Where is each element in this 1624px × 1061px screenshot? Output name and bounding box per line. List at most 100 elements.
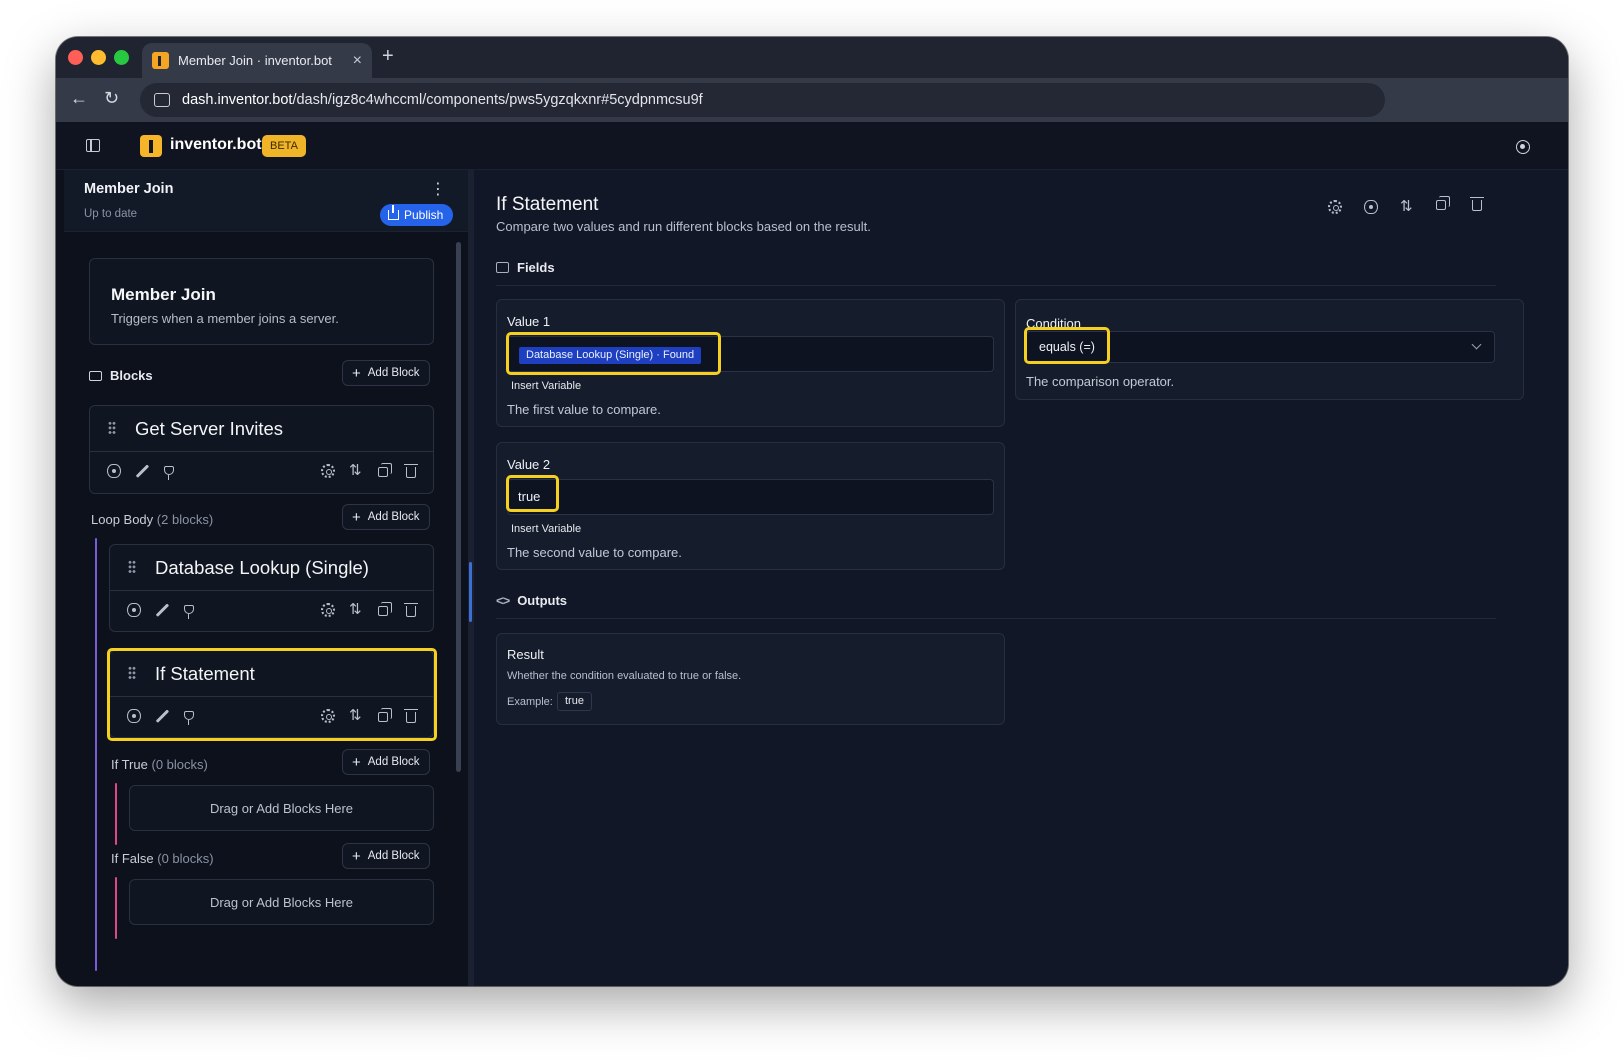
if-false-connector (115, 877, 117, 939)
result-label: Result (507, 647, 544, 662)
gear-icon[interactable] (321, 709, 335, 723)
pencil-icon[interactable] (155, 603, 169, 617)
code-icon: <> (496, 593, 510, 608)
variable-chip[interactable]: Database Lookup (Single) · Found (519, 347, 702, 364)
trash-icon[interactable] (404, 709, 418, 723)
upload-icon (388, 205, 399, 220)
eye-icon[interactable] (1364, 200, 1378, 214)
url-text: dash.inventor.bot/dash/igz8c4whccml/comp… (182, 92, 703, 108)
plus-icon: + (352, 847, 361, 865)
publish-label: Publish (404, 208, 444, 222)
copy-icon[interactable] (378, 708, 392, 722)
publish-button[interactable]: Publish (380, 204, 454, 226)
copy-icon[interactable] (378, 463, 392, 477)
left-scrollbar[interactable] (456, 242, 461, 772)
value1-input[interactable]: Database Lookup (Single) · Found (507, 336, 994, 372)
back-icon[interactable]: ← (70, 88, 88, 109)
beta-badge: BETA (262, 135, 306, 157)
browser-toolbar: ← ↻ dash.inventor.bot/dash/igz8c4whccml/… (56, 78, 1568, 122)
tab-close-icon[interactable]: × (353, 52, 362, 70)
example-label: Example: (507, 696, 553, 708)
sort-icon[interactable] (349, 461, 363, 479)
block-card-if-statement[interactable]: If Statement (109, 650, 434, 738)
block-header: Get Server Invites (90, 406, 433, 452)
insert-variable-button[interactable]: Insert Variable (511, 523, 581, 535)
sort-icon[interactable] (349, 706, 363, 724)
block-toolbar (90, 452, 433, 493)
loop-body-connector (95, 538, 97, 971)
if-false-label: If False (0 blocks) (111, 851, 214, 866)
trigger-description: Triggers when a member joins a server. (111, 311, 339, 326)
drag-handle-icon[interactable] (128, 560, 136, 574)
sort-icon[interactable] (349, 600, 363, 618)
condition-select[interactable]: equals (=) (1026, 331, 1495, 363)
condition-field: Condition equals (=) The comparison oper… (1015, 299, 1524, 400)
if-true-dropzone[interactable]: Drag or Add Blocks Here (129, 785, 434, 831)
trash-icon[interactable] (404, 464, 418, 478)
kebab-icon[interactable]: ⋮ (430, 182, 446, 198)
result-description: Whether the condition evaluated to true … (507, 670, 742, 682)
plug-icon[interactable] (164, 466, 174, 480)
trigger-title: Member Join (111, 285, 216, 304)
value1-field: Value 1 Database Lookup (Single) · Found… (496, 299, 1005, 427)
resize-handle[interactable] (469, 562, 472, 622)
value2-input[interactable]: true (507, 479, 994, 515)
value2-label: Value 2 (507, 457, 551, 472)
insert-variable-button[interactable]: Insert Variable (511, 380, 581, 392)
left-panel: Member Join Up to date ⋮ Publish Member … (56, 170, 468, 986)
favicon-icon (152, 52, 169, 69)
sidebar-toggle-icon[interactable] (86, 139, 100, 152)
add-block-button[interactable]: + Add Block (342, 843, 430, 869)
add-block-button[interactable]: + Add Block (342, 749, 430, 775)
plus-icon: + (352, 508, 361, 526)
value2-help: The second value to compare. (507, 545, 682, 560)
add-block-button[interactable]: + Add Block (342, 504, 430, 530)
block-card-database-lookup[interactable]: Database Lookup (Single) (109, 544, 434, 632)
gear-icon[interactable] (1328, 200, 1342, 214)
block-header: If Statement (110, 651, 433, 697)
drag-handle-icon[interactable] (108, 421, 116, 435)
if-false-dropzone[interactable]: Drag or Add Blocks Here (129, 879, 434, 925)
value2-text: true (518, 489, 541, 504)
help-icon[interactable] (1516, 140, 1530, 154)
reload-icon[interactable]: ↻ (104, 88, 119, 109)
plug-icon[interactable] (184, 711, 194, 725)
drag-handle-icon[interactable] (128, 666, 136, 680)
gear-icon[interactable] (321, 464, 335, 478)
pencil-icon[interactable] (155, 709, 169, 723)
new-tab-icon[interactable]: + (382, 45, 394, 68)
gear-icon[interactable] (321, 603, 335, 617)
address-bar[interactable]: dash.inventor.bot/dash/igz8c4whccml/comp… (140, 83, 1385, 117)
publish-status: Up to date (84, 208, 138, 220)
trash-icon[interactable] (1470, 197, 1484, 211)
value1-label: Value 1 (507, 314, 551, 329)
browser-tab[interactable]: Member Join · inventor.bot × (142, 43, 372, 78)
block-title: If Statement (155, 663, 255, 684)
eye-icon[interactable] (127, 709, 141, 723)
tab-title: Member Join · inventor.bot (178, 53, 332, 68)
block-title: Get Server Invites (135, 418, 284, 439)
folder-icon (89, 371, 102, 381)
add-block-button[interactable]: + Add Block (342, 360, 430, 386)
plug-icon[interactable] (184, 605, 194, 619)
fields-heading: Fields (496, 260, 555, 275)
maximize-window-button[interactable] (114, 50, 129, 65)
trigger-card[interactable]: Member Join Triggers when a member joins… (89, 258, 434, 345)
plus-icon: + (352, 364, 361, 382)
close-window-button[interactable] (68, 50, 83, 65)
sort-icon[interactable] (1400, 197, 1414, 215)
loop-body-label: Loop Body (2 blocks) (91, 512, 214, 527)
minimize-window-button[interactable] (91, 50, 106, 65)
trash-icon[interactable] (404, 603, 418, 617)
block-detail-description: Compare two values and run different blo… (496, 219, 871, 234)
pencil-icon[interactable] (135, 464, 149, 478)
condition-label: Condition (1026, 316, 1081, 331)
chevron-down-icon (1471, 339, 1482, 350)
eye-icon[interactable] (107, 464, 121, 478)
block-card-get-server-invites[interactable]: Get Server Invites (89, 405, 434, 494)
copy-icon[interactable] (378, 602, 392, 616)
copy-icon[interactable] (1436, 196, 1450, 210)
eye-icon[interactable] (127, 603, 141, 617)
site-settings-icon[interactable] (154, 93, 170, 107)
fields-divider (496, 285, 1496, 286)
